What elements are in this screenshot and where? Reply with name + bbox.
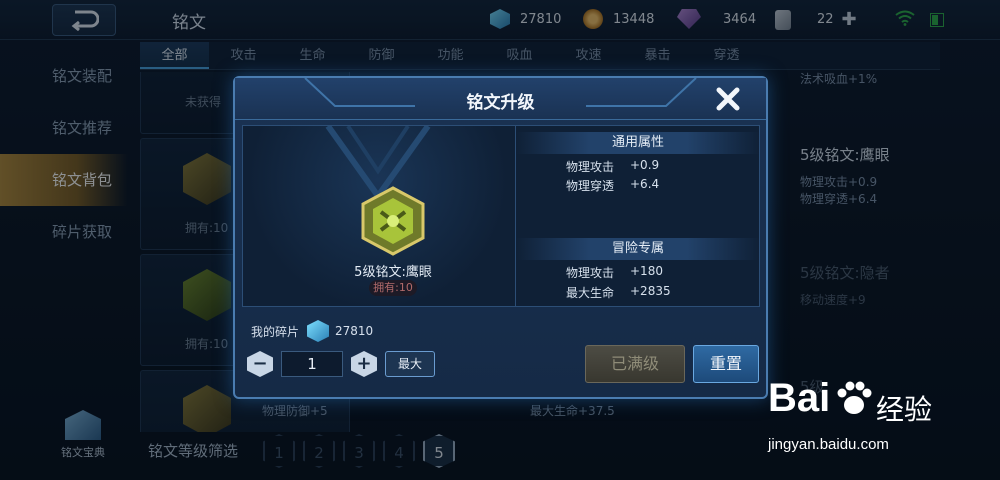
rune-upgrade-dialog: 铭文升级 5级铭文:鹰眼 拥有:10 通用属性 物理攻击 +0.9 物理穿透 +… <box>233 76 768 399</box>
max-button[interactable]: 最大 <box>385 351 435 377</box>
fragment-balance: 我的碎片 27810 <box>251 320 373 342</box>
close-icon[interactable] <box>715 86 741 112</box>
quantity-input[interactable] <box>281 351 343 377</box>
stat-row: 最大生命 +2835 <box>566 284 671 300</box>
rune-stats: 通用属性 物理攻击 +0.9 物理穿透 +6.4 冒险专属 物理攻击 +180 … <box>515 126 760 306</box>
stat-row: 物理穿透 +6.4 <box>566 177 660 193</box>
decrease-button[interactable]: − <box>247 351 273 377</box>
rune-name: 5级铭文:鹰眼 <box>354 265 432 280</box>
increase-button[interactable]: + <box>351 351 377 377</box>
general-stats-heading: 通用属性 <box>516 132 760 154</box>
watermark-logo-text: Bai <box>768 376 831 420</box>
dialog-title: 铭文升级 <box>466 93 535 113</box>
stat-row: 物理攻击 +180 <box>566 264 663 280</box>
dialog-header: 铭文升级 <box>235 78 766 120</box>
baidu-watermark: Bai 经验 jingyan.baidu.com <box>768 376 968 476</box>
stat-row: 物理攻击 +0.9 <box>566 158 660 174</box>
rune-detail-panel: 5级铭文:鹰眼 拥有:10 通用属性 物理攻击 +0.9 物理穿透 +6.4 冒… <box>242 125 760 307</box>
rune-preview: 5级铭文:鹰眼 拥有:10 <box>243 126 513 306</box>
eagle-eye-rune-icon <box>361 186 425 256</box>
paw-icon <box>837 381 872 414</box>
watermark-url: jingyan.baidu.com <box>768 436 889 453</box>
reset-button[interactable]: 重置 <box>693 345 759 383</box>
rune-owned-badge: 拥有:10 <box>369 280 417 296</box>
crystal-icon <box>307 320 330 342</box>
adventure-stats-heading: 冒险专属 <box>516 238 760 260</box>
watermark-text: 经验 <box>876 393 933 426</box>
max-level-button[interactable]: 已满级 <box>585 345 685 383</box>
